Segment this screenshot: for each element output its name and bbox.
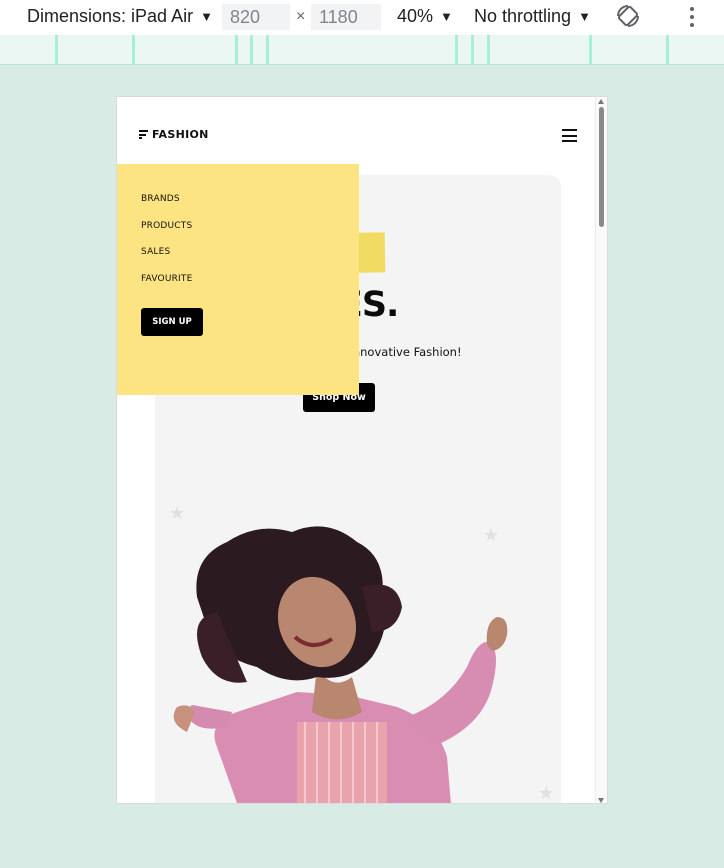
media-query-marker[interactable] xyxy=(235,35,238,65)
zoom-dropdown[interactable]: 40% ▼ xyxy=(397,6,453,27)
scrollbar-thumb[interactable] xyxy=(599,107,604,227)
nav-menu-panel: BRANDS PRODUCTS SALES FAVOURITE SIGN UP xyxy=(117,164,359,395)
devtools-toolbar: Dimensions: iPad Air ▼ 820 × 1180 40% ▼ … xyxy=(0,0,724,35)
star-icon: ★ xyxy=(538,783,555,804)
hero-model-image xyxy=(173,526,508,803)
media-query-marker[interactable] xyxy=(666,35,669,65)
media-query-marker[interactable] xyxy=(132,35,135,65)
zoom-label: 40% xyxy=(397,6,434,26)
menu-icon[interactable] xyxy=(562,129,577,142)
throttling-label: No throttling xyxy=(474,6,572,26)
media-query-marker[interactable] xyxy=(266,35,269,65)
device-dimensions-label: Dimensions: iPad Air xyxy=(27,6,194,26)
nav-item-brands[interactable]: BRANDS xyxy=(141,194,180,204)
site-header: FASHION xyxy=(117,97,597,163)
media-query-marker[interactable] xyxy=(471,35,474,65)
media-query-marker[interactable] xyxy=(250,35,253,65)
throttling-dropdown[interactable]: No throttling ▼ xyxy=(474,6,591,27)
media-query-marker[interactable] xyxy=(55,35,58,65)
chevron-down-icon: ▼ xyxy=(578,9,591,24)
times-separator: × xyxy=(296,8,306,25)
device-viewport[interactable]: FASHION ★ ★ ★ RE OTHES. Live for Influen… xyxy=(116,96,608,804)
media-query-bar[interactable] xyxy=(0,35,724,65)
rotate-icon[interactable] xyxy=(614,2,642,30)
viewport-scrollbar[interactable] xyxy=(595,97,607,803)
chevron-down-icon: ▼ xyxy=(200,9,213,24)
media-query-marker[interactable] xyxy=(487,35,490,65)
nav-item-sales[interactable]: SALES xyxy=(141,247,170,257)
nav-item-products[interactable]: PRODUCTS xyxy=(141,221,192,231)
nav-item-favourite[interactable]: FAVOURITE xyxy=(141,274,193,284)
site-logo[interactable]: FASHION xyxy=(139,128,209,141)
media-query-marker[interactable] xyxy=(589,35,592,65)
scroll-up-icon[interactable] xyxy=(598,99,604,104)
chevron-down-icon: ▼ xyxy=(440,9,453,24)
viewport-width-input[interactable]: 820 xyxy=(222,4,290,30)
media-query-marker[interactable] xyxy=(455,35,458,65)
more-options-icon[interactable] xyxy=(684,5,700,29)
logo-icon xyxy=(139,130,148,139)
logo-text: FASHION xyxy=(152,128,209,141)
sign-up-button[interactable]: SIGN UP xyxy=(141,308,203,336)
viewport-height-input[interactable]: 1180 xyxy=(311,4,381,30)
scroll-down-icon[interactable] xyxy=(598,798,604,803)
device-dimensions-dropdown[interactable]: Dimensions: iPad Air ▼ xyxy=(27,6,213,27)
